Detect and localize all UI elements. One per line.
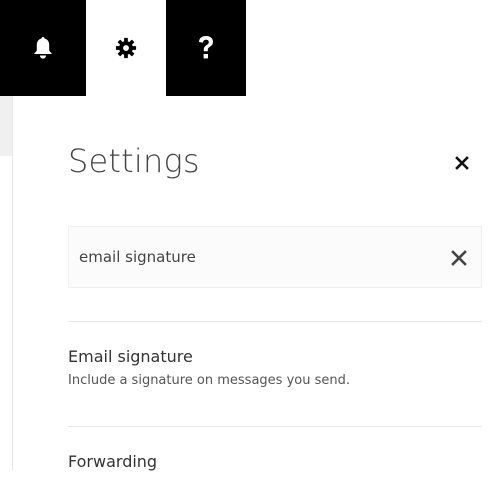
close-icon — [453, 156, 471, 176]
help-button[interactable] — [166, 0, 246, 96]
gear-icon — [115, 37, 137, 59]
divider — [68, 426, 482, 427]
settings-search-input[interactable] — [79, 227, 439, 287]
close-icon — [450, 250, 468, 271]
clear-search-button[interactable] — [450, 249, 468, 267]
settings-search-box — [68, 226, 482, 288]
top-toolbar — [0, 0, 493, 96]
close-panel-button[interactable] — [453, 154, 471, 172]
help-icon — [197, 35, 215, 61]
result-forwarding[interactable]: Forwarding — [68, 452, 482, 482]
result-title: Email signature — [68, 347, 193, 366]
notifications-button[interactable] — [0, 0, 86, 96]
result-email-signature[interactable]: Email signature Include a signature on m… — [68, 347, 482, 407]
settings-panel: Settings Email signature Include a signa… — [12, 96, 493, 471]
divider — [68, 321, 482, 322]
result-title: Forwarding — [68, 452, 158, 471]
bell-icon — [33, 36, 53, 60]
settings-button[interactable] — [86, 0, 166, 96]
left-strip — [0, 96, 12, 156]
result-description: Include a signature on messages you send… — [68, 373, 350, 388]
panel-title: Settings — [68, 142, 200, 180]
